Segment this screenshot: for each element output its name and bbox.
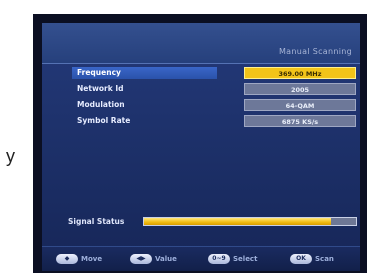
setting-label-network-id: Network Id xyxy=(77,84,124,93)
help-label-value: Value xyxy=(155,255,177,263)
tv-bezel: Manual Scanning Frequency 369.00 MHz Net… xyxy=(33,14,367,273)
setting-row-frequency[interactable]: Frequency 369.00 MHz xyxy=(72,67,362,79)
setting-row-symbol-rate[interactable]: Symbol Rate 6875 KS/s xyxy=(72,115,362,127)
setting-value-frequency[interactable]: 369.00 MHz xyxy=(244,67,356,79)
ok-key-icon: OK xyxy=(290,254,312,264)
signal-status-label: Signal Status xyxy=(68,217,125,226)
help-label-select: Select xyxy=(233,255,258,263)
help-label-move: Move xyxy=(81,255,103,263)
setting-row-network-id[interactable]: Network Id 2005 xyxy=(72,83,362,95)
help-bar: ◆ Move ◀▶ Value 0~9 Select OK Scan xyxy=(42,246,360,271)
setting-value-network-id[interactable]: 2005 xyxy=(244,83,356,95)
side-letter: y xyxy=(6,146,15,166)
setting-label-symbol-rate: Symbol Rate xyxy=(77,116,131,125)
setting-value-symbol-rate[interactable]: 6875 KS/s xyxy=(244,115,356,127)
page: y Manual Scanning Frequency 369.00 MHz N… xyxy=(0,0,372,273)
move-icon: ◆ xyxy=(56,254,78,264)
help-item-scan: OK Scan xyxy=(290,253,334,265)
setting-label-frequency: Frequency xyxy=(72,67,217,79)
signal-status-bar xyxy=(143,217,357,226)
help-item-select: 0~9 Select xyxy=(208,253,257,265)
help-label-scan: Scan xyxy=(315,255,334,263)
help-item-value: ◀▶ Value xyxy=(130,253,177,265)
value-icon: ◀▶ xyxy=(130,254,152,264)
help-item-move: ◆ Move xyxy=(56,253,102,265)
tv-screen: Manual Scanning Frequency 369.00 MHz Net… xyxy=(42,23,360,271)
setting-value-modulation[interactable]: 64-QAM xyxy=(244,99,356,111)
title-bar: Manual Scanning xyxy=(42,23,360,64)
setting-label-modulation: Modulation xyxy=(77,100,125,109)
signal-status-fill xyxy=(144,218,331,225)
page-title: Manual Scanning xyxy=(278,47,352,56)
setting-row-modulation[interactable]: Modulation 64-QAM xyxy=(72,99,362,111)
number-keys-icon: 0~9 xyxy=(208,254,230,264)
